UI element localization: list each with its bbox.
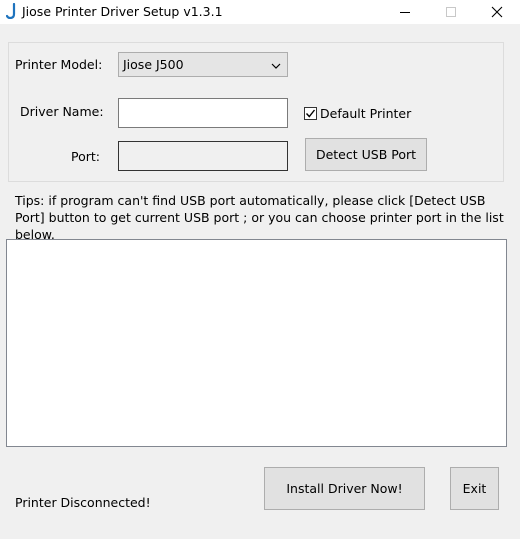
printer-model-value: Jiose J500 <box>123 57 184 72</box>
port-list[interactable] <box>6 239 507 447</box>
tips-text: Tips: if program can't find USB port aut… <box>15 193 504 242</box>
checkmark-icon <box>305 109 316 118</box>
printer-model-label: Printer Model: <box>15 57 103 72</box>
window-title: Jiose Printer Driver Setup v1.3.1 <box>22 4 223 19</box>
printer-model-select[interactable]: Jiose J500 <box>118 52 288 77</box>
exit-button[interactable]: Exit <box>450 467 499 510</box>
close-button[interactable] <box>474 0 520 24</box>
maximize-button[interactable] <box>428 0 474 24</box>
port-field <box>118 141 288 171</box>
default-printer-label[interactable]: Default Printer <box>320 106 411 121</box>
port-label: Port: <box>71 149 100 164</box>
status-text: Printer Disconnected! <box>15 495 151 510</box>
maximize-icon <box>446 7 456 17</box>
close-icon <box>491 6 503 18</box>
chevron-down-icon <box>271 59 281 74</box>
detect-usb-port-button[interactable]: Detect USB Port <box>305 138 427 171</box>
default-printer-checkbox[interactable] <box>304 107 317 120</box>
app-logo-icon <box>5 2 18 20</box>
driver-name-label: Driver Name: <box>20 104 104 119</box>
minimize-icon <box>400 12 410 13</box>
minimize-button[interactable] <box>382 0 428 24</box>
install-driver-button[interactable]: Install Driver Now! <box>264 467 425 510</box>
driver-name-input[interactable] <box>118 98 288 128</box>
